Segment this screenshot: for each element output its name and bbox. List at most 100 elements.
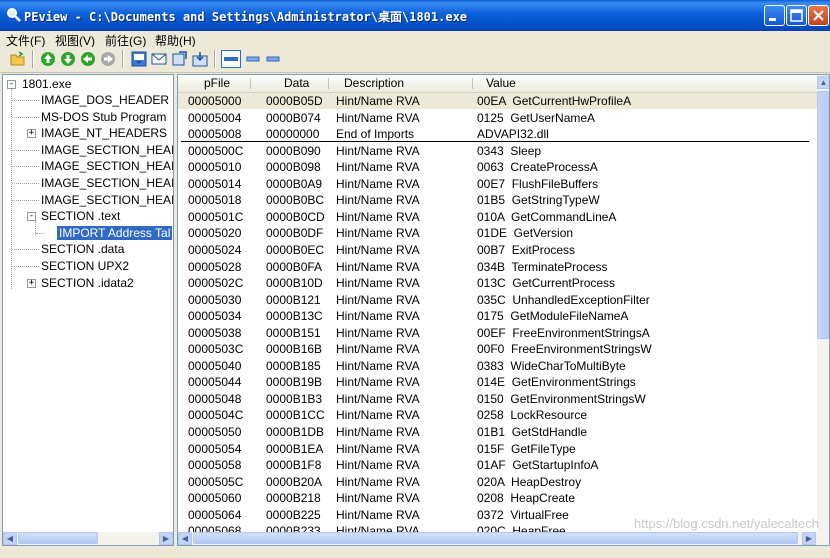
maximize-button[interactable] [786,5,807,26]
column-divider[interactable] [250,78,251,89]
cell-value: 0208 HeapCreate [477,491,576,506]
tree-item[interactable]: - SECTION .text [27,208,120,224]
table-row[interactable]: 00005060 0000B218 Hint/Name RVA 0208 HeapCr… [178,490,818,506]
view-words-icon[interactable] [245,51,261,67]
table-row[interactable]: 00005058 0000B1F8 Hint/Name RVA 01AF GetSta… [178,457,818,473]
table-row[interactable]: 00005048 0000B1B3 Hint/Name RVA 0150 GetEnv… [178,391,818,407]
arrow-down-icon[interactable] [60,51,76,67]
cell-data: 0000B0BC [266,193,325,208]
cell-data: 0000B0EC [266,242,325,257]
expand-icon[interactable]: + [27,278,36,288]
cell-data: 0000B19B [266,375,323,390]
table-row[interactable]: 00005038 0000B151 Hint/Name RVA 00EF FreeEn… [178,325,818,341]
tree-item[interactable]: IMAGE_SECTION_HEAI [12,175,173,191]
scroll-thumb[interactable] [817,91,829,339]
table-row[interactable]: 00005020 0000B0DF Hint/Name RVA 01DE GetVer… [178,225,818,241]
structure-tree[interactable]: -1801.exe IMAGE_DOS_HEADER MS-DOS Stub Pro… [2,74,174,546]
column-pfile[interactable]: pFile [204,76,230,91]
tree-connector [12,249,39,251]
tree-item[interactable]: IMAGE_DOS_HEADER [12,92,170,108]
cell-description: Hint/Name RVA [336,193,420,208]
tree-item[interactable]: + IMAGE_NT_HEADERS [27,125,167,141]
cell-description: Hint/Name RVA [336,375,420,390]
cell-value: 015F GetFileType [477,441,576,456]
table-row[interactable]: 00005040 0000B185 Hint/Name RVA 0383 WideCh… [178,358,818,374]
minimize-button[interactable] [764,5,785,26]
arrow-up-icon[interactable] [40,51,56,67]
cell-data: 0000B0FA [266,259,323,274]
expand-icon[interactable]: + [27,129,36,139]
tree-item[interactable]: + SECTION .idata2 [27,275,134,291]
scroll-thumb[interactable] [18,532,98,544]
tree-item[interactable]: MS-DOS Stub Program [12,109,166,125]
table-row[interactable]: 0000502C 0000B10D Hint/Name RVA 013C GetCur… [178,275,818,291]
table-row[interactable]: 00005024 0000B0EC Hint/Name RVA 00B7 ExitPr… [178,242,818,258]
view-dwords-icon[interactable] [265,51,281,67]
tree-item[interactable]: SECTION .data [12,241,125,257]
table-row[interactable]: 00005054 0000B1EA Hint/Name RVA 015F GetFil… [178,441,818,457]
cell-pfile: 00005028 [188,259,242,274]
scroll-left-icon[interactable]: ◀ [3,532,17,545]
tree-item[interactable]: SECTION UPX2 [12,258,129,274]
table-row[interactable]: 00005010 0000B098 Hint/Name RVA 0063 Create… [178,159,818,175]
cell-description: Hint/Name RVA [336,391,420,406]
table-row[interactable]: 00005028 0000B0FA Hint/Name RVA 034B Termin… [178,259,818,275]
scroll-left-icon[interactable]: ◀ [178,532,192,545]
title-bar[interactable]: PEview - C:\Documents and Settings\Admin… [0,0,830,31]
table-row[interactable]: 00005030 0000B121 Hint/Name RVA 035C Unhand… [178,292,818,308]
table-row[interactable]: 0000503C 0000B16B Hint/Name RVA 00F0 FreeEn… [178,341,818,357]
tree-item[interactable]: IMPORT Address Tal [57,225,173,241]
cell-pfile: 00005030 [188,292,242,307]
scroll-thumb[interactable] [193,532,798,544]
tree-item-label: IMAGE_DOS_HEADER [41,93,170,107]
scroll-right-icon[interactable]: ▶ [802,532,816,545]
scroll-up-icon[interactable]: ▲ [817,76,829,89]
table-row[interactable]: 00005044 0000B19B Hint/Name RVA 014E GetEnv… [178,374,818,390]
table-row[interactable]: 00005034 0000B13C Hint/Name RVA 0175 GetMod… [178,308,818,324]
import-table-view[interactable]: pFile Data Description Value 00005000 000… [177,74,830,546]
cell-value: 00EF FreeEnvironmentStringsA [477,325,650,340]
column-description[interactable]: Description [344,76,404,91]
cell-value: 014E GetEnvironmentStrings [477,375,636,390]
tree-root[interactable]: -1801.exe [7,76,71,92]
column-divider[interactable] [328,78,329,89]
list-horizontal-scrollbar[interactable]: ◀ ▶ [178,532,818,545]
open-folder-icon[interactable] [10,51,26,67]
cell-pfile: 0000504C [188,408,244,423]
scroll-right-icon[interactable]: ▶ [159,532,173,545]
cell-value: 010A GetCommandLineA [477,209,617,224]
tree-item[interactable]: IMAGE_SECTION_HEAI [12,142,173,158]
table-row[interactable]: 0000500C 0000B090 Hint/Name RVA 0343 Sleep [178,143,818,159]
column-value[interactable]: Value [486,76,516,91]
tree-horizontal-scrollbar[interactable]: ◀ ▶ [3,532,173,545]
cell-pfile: 00005044 [188,375,242,390]
collapse-icon[interactable]: - [27,212,36,222]
close-button[interactable] [808,5,829,26]
tree-item-label: SECTION .data [41,242,125,257]
table-row[interactable]: 00005000 0000B05D Hint/Name RVA 00EA GetCur… [178,93,818,109]
table-row[interactable]: 00005050 0000B1DB Hint/Name RVA 01B1 GetStd… [178,424,818,440]
table-row[interactable]: 00005014 0000B0A9 Hint/Name RVA 00E7 FlushF… [178,176,818,192]
list-vertical-scrollbar[interactable]: ▲ [817,75,829,545]
column-data[interactable]: Data [284,76,309,91]
mail-icon[interactable] [151,51,167,67]
column-divider[interactable] [472,78,473,89]
table-row[interactable]: 0000501C 0000B0CD Hint/Name RVA 010A GetCom… [178,209,818,225]
table-row[interactable]: 00005018 0000B0BC Hint/Name RVA 01B5 GetStr… [178,192,818,208]
cell-pfile: 0000501C [188,209,244,224]
export-icon[interactable] [172,51,188,67]
cell-value: 013C GetCurrentProcess [477,276,616,291]
tree-item[interactable]: IMAGE_SECTION_HEAI [12,158,173,174]
table-row[interactable]: 0000505C 0000B20A Hint/Name RVA 020A HeapDe… [178,474,818,490]
arrow-left-icon[interactable] [80,51,96,67]
collapse-icon[interactable]: - [7,80,16,89]
arrow-right-icon[interactable] [100,51,116,67]
save-down-icon[interactable] [131,51,147,67]
view-bytes-icon[interactable] [221,50,241,68]
table-row[interactable]: 00005008 00000000 End of Imports ADVAPI32.d… [178,126,818,142]
tree-item[interactable]: IMAGE_SECTION_HEAI [12,192,173,208]
cell-pfile: 00005000 [188,94,242,108]
table-row[interactable]: 0000504C 0000B1CC Hint/Name RVA 0258 LockRe… [178,407,818,423]
table-row[interactable]: 00005004 0000B074 Hint/Name RVA 0125 GetUse… [178,110,818,126]
import-icon[interactable] [192,51,208,67]
